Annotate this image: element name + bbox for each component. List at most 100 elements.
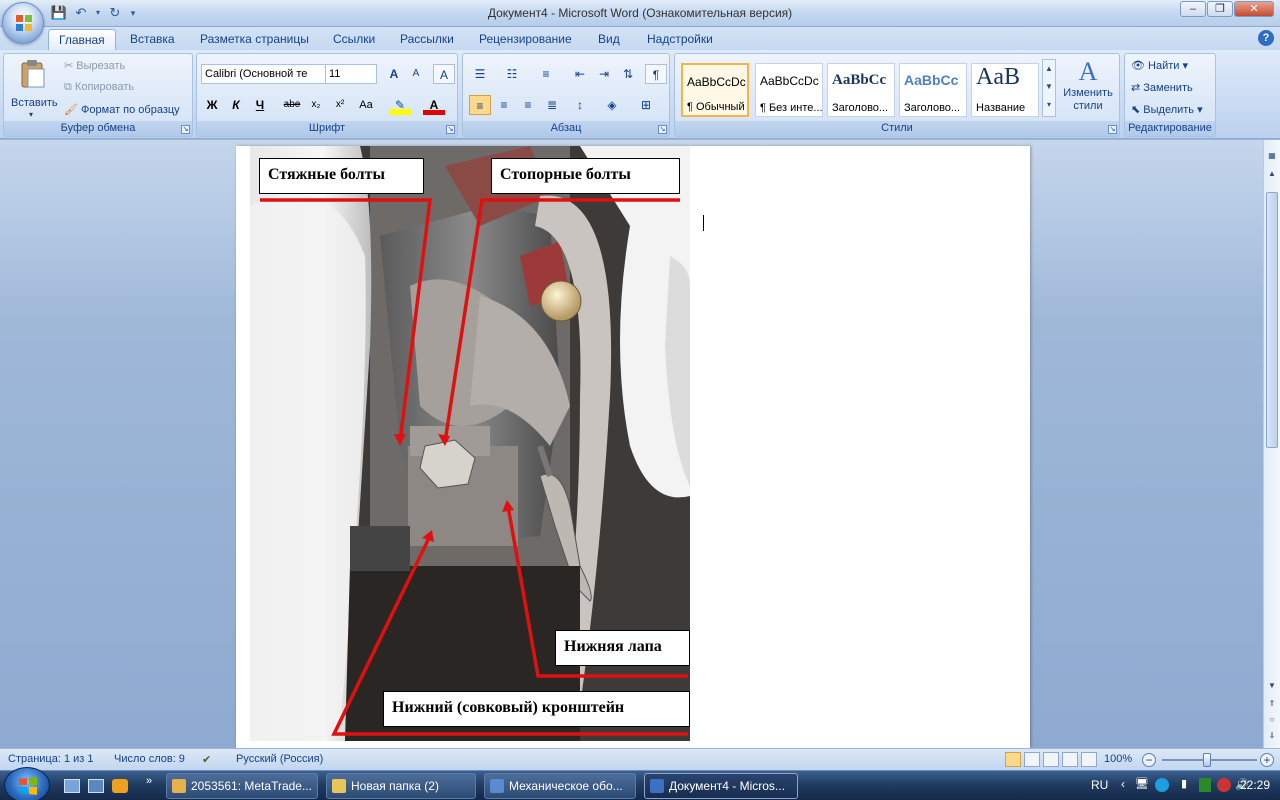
paragraph-launcher-icon[interactable]: ↘ — [658, 125, 667, 134]
quick-launch-more-icon[interactable]: » — [146, 775, 152, 787]
highlight-icon[interactable]: ✎ — [389, 95, 411, 115]
copy-button[interactable]: ⧉ Копировать — [64, 81, 134, 94]
bold-button[interactable]: Ж — [201, 95, 223, 115]
paste-button[interactable]: Вставить ▾ — [8, 57, 58, 119]
help-icon[interactable]: ? — [1258, 30, 1274, 46]
metatrader-icon — [172, 779, 186, 793]
align-center-icon[interactable]: ≡ — [493, 95, 515, 115]
change-case-button[interactable]: Aa — [355, 95, 377, 115]
media-player-icon[interactable] — [112, 779, 128, 793]
shield-icon[interactable] — [1217, 778, 1231, 792]
superscript-button[interactable]: x² — [329, 95, 351, 115]
align-right-icon[interactable]: ≡ — [517, 95, 539, 115]
ruler-toggle-icon[interactable]: ▦ — [1266, 150, 1278, 162]
style-title[interactable]: AaB Название — [971, 63, 1039, 117]
subscript-button[interactable]: x₂ — [305, 95, 327, 115]
find-button[interactable]: 👁 Найти ▾ — [1131, 59, 1188, 72]
zoom-out-button[interactable]: − — [1142, 753, 1156, 767]
styles-scroll[interactable]: ▲ ▼ ▾ — [1042, 59, 1056, 117]
draft-view-icon[interactable] — [1081, 752, 1097, 767]
scroll-up-icon[interactable]: ▲ — [1266, 168, 1278, 180]
italic-button[interactable]: К — [225, 95, 247, 115]
network-icon[interactable]: 🖥 — [1135, 777, 1149, 790]
font-size-select[interactable]: 11 — [325, 64, 377, 84]
tab-page-layout[interactable]: Разметка страницы — [190, 29, 319, 50]
multilevel-list-icon[interactable]: ≡ — [535, 64, 557, 84]
web-layout-view-icon[interactable] — [1043, 752, 1059, 767]
scroll-thumb[interactable] — [1266, 192, 1278, 448]
style-normal[interactable]: AaBbCcDc ¶ Обычный — [681, 63, 749, 117]
skype-icon[interactable] — [1155, 778, 1169, 792]
numbering-icon[interactable]: ☷ — [501, 64, 523, 84]
clipboard-launcher-icon[interactable]: ↘ — [181, 125, 190, 134]
close-button[interactable]: ✕ — [1234, 1, 1274, 17]
zoom-slider-thumb[interactable] — [1203, 753, 1211, 767]
tab-mailings[interactable]: Рассылки — [390, 29, 464, 50]
zoom-level[interactable]: 100% — [1104, 753, 1132, 765]
scroll-down-icon[interactable]: ▼ — [1266, 680, 1278, 692]
full-screen-reading-view-icon[interactable] — [1024, 752, 1040, 767]
replace-button[interactable]: ⇄ Заменить — [1131, 81, 1193, 94]
styles-launcher-icon[interactable]: ↘ — [1108, 125, 1117, 134]
tab-references[interactable]: Ссылки — [323, 29, 385, 50]
select-button[interactable]: ⬉ Выделить ▾ — [1131, 103, 1203, 116]
tab-addins[interactable]: Надстройки — [637, 29, 723, 50]
strikethrough-button[interactable]: abe — [281, 95, 303, 115]
font-color-icon[interactable]: A — [423, 95, 445, 115]
style-no-spacing[interactable]: AaBbCcDc ¶ Без инте... — [755, 63, 823, 117]
language-indicator[interactable]: Русский (Россия) — [236, 753, 323, 765]
sort-icon[interactable]: ⇅ — [617, 64, 639, 84]
borders-icon[interactable]: ⊞ — [635, 95, 657, 115]
font-launcher-icon[interactable]: ↘ — [446, 125, 455, 134]
taskbar-item-folder[interactable]: Новая папка (2) — [326, 773, 476, 799]
maximize-button[interactable]: ❐ — [1207, 1, 1233, 17]
document-photo[interactable]: Стяжные болты Стопорные болты Нижняя лап… — [250, 146, 690, 741]
tab-home[interactable]: Главная — [48, 29, 116, 50]
taskbar-item-metatrader[interactable]: 2053561: MetaTrade... — [166, 773, 318, 799]
zoom-in-button[interactable]: + — [1260, 753, 1274, 767]
cut-button[interactable]: ✂ Вырезать — [64, 59, 125, 72]
style-heading-2[interactable]: AaBbCc Заголово... — [899, 63, 967, 117]
show-marks-button[interactable]: ¶ — [645, 64, 667, 84]
underline-button[interactable]: Ч — [249, 95, 271, 115]
justify-icon[interactable]: ≣ — [541, 95, 563, 115]
tab-view[interactable]: Вид — [588, 29, 630, 50]
print-layout-view-icon[interactable] — [1005, 752, 1021, 767]
vertical-scrollbar[interactable]: ▦ ▲ ▼ ⇑ ○ ⇓ — [1263, 140, 1280, 748]
change-styles-button[interactable]: A Изменить стили — [1059, 57, 1117, 121]
show-desktop-icon[interactable] — [64, 779, 80, 793]
increase-indent-icon[interactable]: ⇥ — [593, 64, 615, 84]
grow-font-button[interactable]: A — [383, 64, 405, 84]
antivirus-icon[interactable] — [1199, 778, 1211, 792]
shading-icon[interactable]: ◈ — [601, 95, 623, 115]
switch-windows-icon[interactable] — [88, 779, 104, 793]
previous-page-icon[interactable]: ⇑ — [1266, 698, 1278, 710]
taskbar-item-document4[interactable]: Документ4 - Micros... — [644, 773, 798, 799]
start-button[interactable] — [4, 767, 50, 800]
word-count[interactable]: Число слов: 9 — [114, 753, 185, 765]
page-count[interactable]: Страница: 1 из 1 — [8, 753, 94, 765]
signal-icon[interactable]: ▮ — [1181, 777, 1187, 790]
align-left-icon[interactable]: ≡ — [469, 95, 491, 115]
shrink-font-button[interactable]: A — [405, 64, 427, 84]
tray-expand-icon[interactable]: ‹ — [1121, 777, 1125, 791]
next-page-icon[interactable]: ⇓ — [1266, 730, 1278, 742]
office-button[interactable] — [2, 2, 44, 44]
clear-formatting-button[interactable]: A — [433, 64, 455, 84]
tab-insert[interactable]: Вставка — [120, 29, 185, 50]
bullets-icon[interactable]: ☰ — [469, 64, 491, 84]
tab-review[interactable]: Рецензирование — [469, 29, 582, 50]
format-painter-button[interactable]: 🖌 Формат по образцу — [64, 103, 180, 116]
proofing-icon[interactable]: ✔ — [202, 753, 211, 766]
line-spacing-icon[interactable]: ↕ — [569, 95, 591, 115]
style-heading-1[interactable]: AaBbCc Заголово... — [827, 63, 895, 117]
minimize-button[interactable]: – — [1180, 1, 1206, 17]
clock[interactable]: 22:29 — [1240, 778, 1270, 792]
browse-object-icon[interactable]: ○ — [1266, 714, 1278, 726]
system-tray: RU ‹ 🖥 ▮ 🔊 22:29 — [1085, 771, 1280, 800]
font-family-select[interactable]: Calibri (Основной те — [201, 64, 326, 84]
taskbar-item-mechanical[interactable]: Механическое обо... — [484, 773, 636, 799]
outline-view-icon[interactable] — [1062, 752, 1078, 767]
input-language[interactable]: RU — [1091, 778, 1108, 792]
decrease-indent-icon[interactable]: ⇤ — [569, 64, 591, 84]
